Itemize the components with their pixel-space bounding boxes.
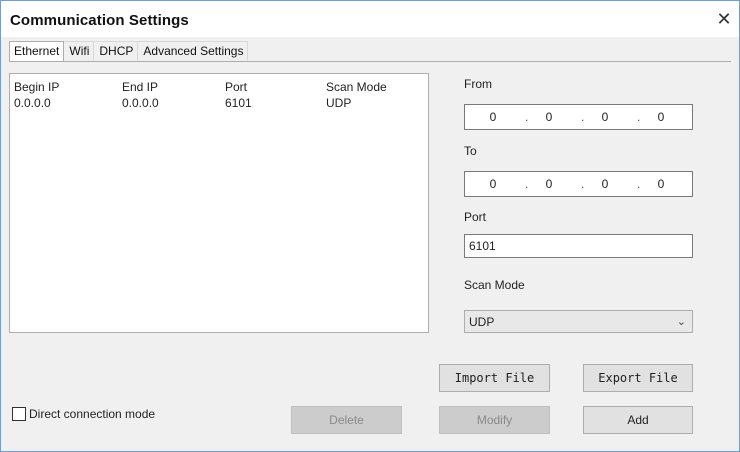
from-octet-1[interactable]: 0 (483, 110, 503, 124)
checkbox-box[interactable] (12, 407, 26, 421)
to-octet-3[interactable]: 0 (595, 177, 615, 191)
to-ip-field[interactable]: 0 . 0 . 0 . 0 (464, 171, 693, 197)
tab-bar: Ethernet Wifi DHCP Advanced Settings (9, 41, 249, 62)
to-octet-1[interactable]: 0 (483, 177, 503, 191)
tab-wifi[interactable]: Wifi (64, 41, 95, 61)
to-octet-2[interactable]: 0 (539, 177, 559, 191)
communication-settings-window: Communication Settings ✕ Ethernet Wifi D… (0, 0, 740, 452)
from-label: From (464, 77, 492, 91)
ip-separator: . (525, 177, 529, 191)
column-header-begin-ip[interactable]: Begin IP (14, 80, 59, 94)
tab-ethernet[interactable]: Ethernet (9, 41, 65, 62)
direct-connection-checkbox[interactable]: Direct connection mode (12, 407, 155, 421)
list-cell-scan-mode[interactable]: UDP (326, 96, 351, 110)
add-button[interactable]: Add (583, 406, 693, 434)
chevron-down-icon: ⌄ (676, 316, 686, 328)
scan-mode-label: Scan Mode (464, 278, 525, 292)
column-header-port[interactable]: Port (225, 80, 247, 94)
scan-mode-value: UDP (469, 315, 495, 329)
to-label: To (464, 144, 477, 158)
modify-button[interactable]: Modify (439, 406, 550, 434)
ip-range-list[interactable]: Begin IP End IP Port Scan Mode 0.0.0.0 0… (9, 73, 429, 333)
list-cell-begin-ip[interactable]: 0.0.0.0 (14, 96, 51, 110)
import-file-button[interactable]: Import File (439, 364, 550, 392)
ip-separator: . (637, 110, 641, 124)
list-cell-end-ip[interactable]: 0.0.0.0 (122, 96, 159, 110)
delete-button[interactable]: Delete (291, 406, 402, 434)
column-header-scan-mode[interactable]: Scan Mode (326, 80, 387, 94)
port-input[interactable]: 6101 (464, 234, 693, 258)
ip-separator: . (581, 177, 585, 191)
from-ip-field[interactable]: 0 . 0 . 0 . 0 (464, 104, 693, 130)
tab-divider (9, 61, 731, 62)
direct-connection-label: Direct connection mode (29, 407, 156, 421)
ip-separator: . (637, 177, 641, 191)
from-octet-4[interactable]: 0 (651, 110, 671, 124)
port-label: Port (464, 210, 487, 224)
scan-mode-select[interactable]: UDP ⌄ (464, 310, 693, 333)
column-header-end-ip[interactable]: End IP (122, 80, 158, 94)
close-icon[interactable]: ✕ (715, 10, 733, 28)
title-bar: Communication Settings ✕ (1, 1, 739, 37)
from-octet-2[interactable]: 0 (539, 110, 559, 124)
tab-dhcp[interactable]: DHCP (94, 41, 139, 61)
tab-advanced-settings[interactable]: Advanced Settings (138, 41, 249, 61)
from-octet-3[interactable]: 0 (595, 110, 615, 124)
export-file-button[interactable]: Export File (583, 364, 693, 392)
window-title: Communication Settings (10, 12, 189, 29)
list-cell-port[interactable]: 6101 (225, 96, 252, 110)
ip-separator: . (525, 110, 529, 124)
ip-separator: . (581, 110, 585, 124)
to-octet-4[interactable]: 0 (651, 177, 671, 191)
